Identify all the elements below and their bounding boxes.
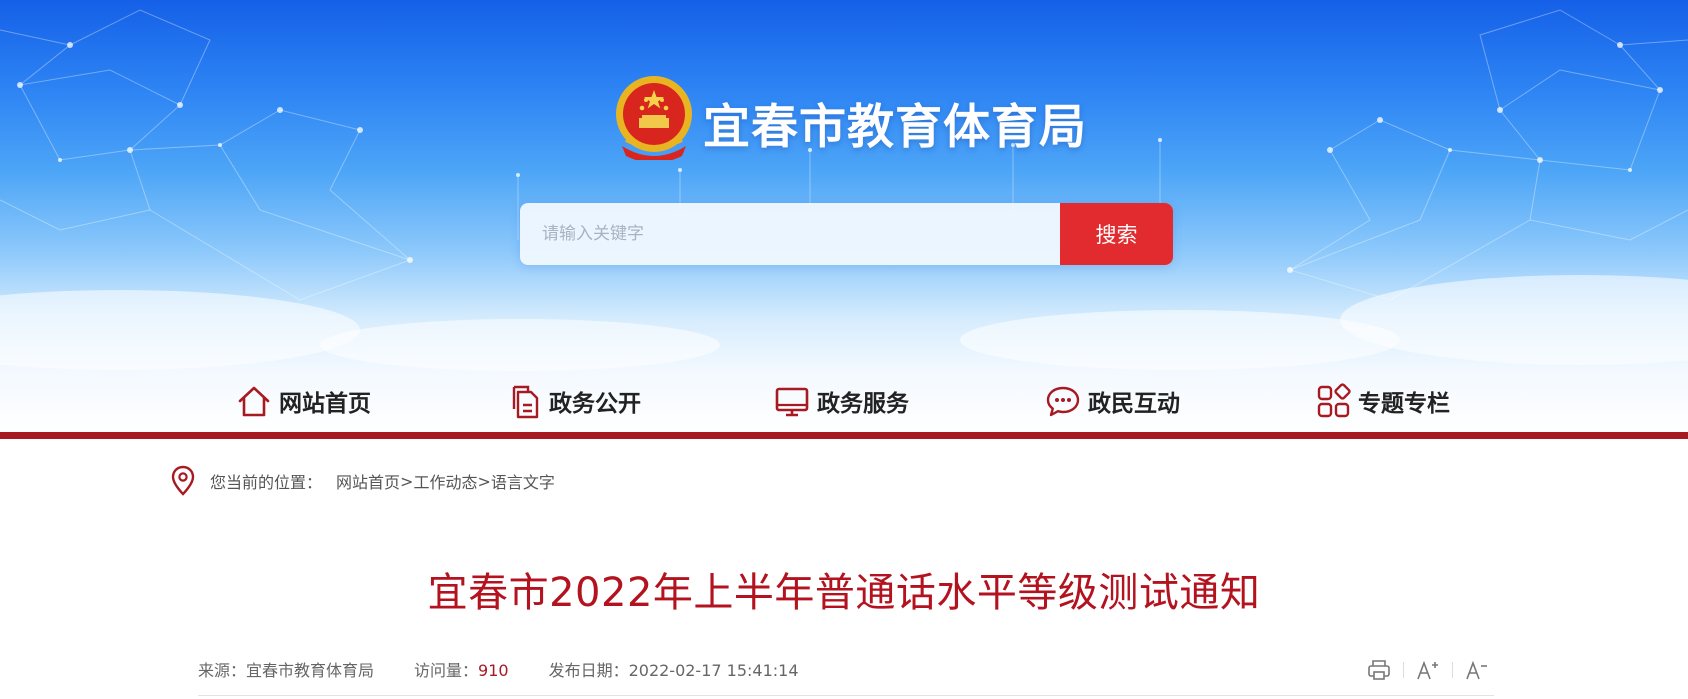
- nav-label: 政民互动: [1088, 391, 1180, 417]
- font-increase-button[interactable]: [1413, 655, 1443, 685]
- nav-label: 专题专栏: [1358, 391, 1450, 417]
- main-nav: 网站首页 政务公开 政务服务 政民互动 专题专栏: [0, 378, 1688, 432]
- nav-item-home[interactable]: 网站首页: [236, 378, 371, 424]
- article-meta: 来源：宜春市教育体育局 访问量：910 发布日期：2022-02-17 15:4…: [198, 656, 839, 682]
- search-button[interactable]: 搜索: [1060, 203, 1173, 265]
- breadcrumb-link-home[interactable]: 网站首页: [336, 469, 400, 493]
- grid-icon: [1317, 383, 1351, 418]
- meta-divider-line: [198, 695, 1494, 696]
- nav-label: 政务服务: [817, 391, 909, 417]
- nav-item-gov-affairs-disclosure[interactable]: 政务公开: [506, 378, 641, 424]
- search-box: 搜索: [520, 203, 1173, 265]
- nav-label: 政务公开: [549, 391, 641, 417]
- tool-divider: [1403, 662, 1404, 678]
- font-decrease-button[interactable]: [1462, 655, 1492, 685]
- site-title: 宜春市教育体育局: [703, 100, 1087, 155]
- breadcrumb-link-work-news[interactable]: 工作动态: [413, 469, 477, 493]
- views-label: 访问量：: [414, 661, 479, 680]
- location-pin-icon: [171, 465, 195, 496]
- home-icon: [238, 386, 270, 417]
- views-count: 910: [478, 661, 509, 680]
- font-decrease-icon: [1466, 660, 1487, 680]
- breadcrumb-separator: >: [477, 471, 491, 491]
- article-views: 访问量：910: [414, 657, 509, 681]
- monitor-icon: [775, 387, 809, 417]
- breadcrumb-label: 您当前的位置：: [210, 473, 323, 492]
- article-source: 来源：宜春市教育体育局: [198, 661, 375, 680]
- tool-divider: [1452, 662, 1453, 678]
- header-banner: 宜春市教育体育局 搜索 网站首页 政务公开: [0, 0, 1688, 432]
- breadcrumb: 您当前的位置： 网站首页 > 工作动态 > 语言文字: [170, 464, 555, 498]
- nav-item-public-interaction[interactable]: 政民互动: [1045, 378, 1180, 424]
- article-title: 宜春市2022年上半年普通话水平等级测试通知: [427, 570, 1261, 616]
- breadcrumb-link-language[interactable]: 语言文字: [491, 469, 555, 493]
- nav-divider-bar: [0, 432, 1688, 439]
- nav-label: 网站首页: [279, 391, 371, 417]
- document-icon: [512, 385, 539, 419]
- breadcrumb-separator: >: [400, 471, 414, 491]
- print-icon: [1368, 660, 1390, 680]
- print-button[interactable]: [1364, 655, 1394, 685]
- article-tools: [1364, 655, 1492, 685]
- national-emblem-icon: [616, 76, 692, 160]
- font-increase-icon: [1417, 660, 1438, 680]
- nav-item-gov-services[interactable]: 政务服务: [774, 378, 909, 424]
- search-input[interactable]: [520, 203, 1060, 265]
- chat-bubble-icon: [1046, 386, 1080, 417]
- nav-item-special-topics[interactable]: 专题专栏: [1315, 378, 1450, 424]
- article-date: 发布日期：2022-02-17 15:41:14: [548, 661, 799, 680]
